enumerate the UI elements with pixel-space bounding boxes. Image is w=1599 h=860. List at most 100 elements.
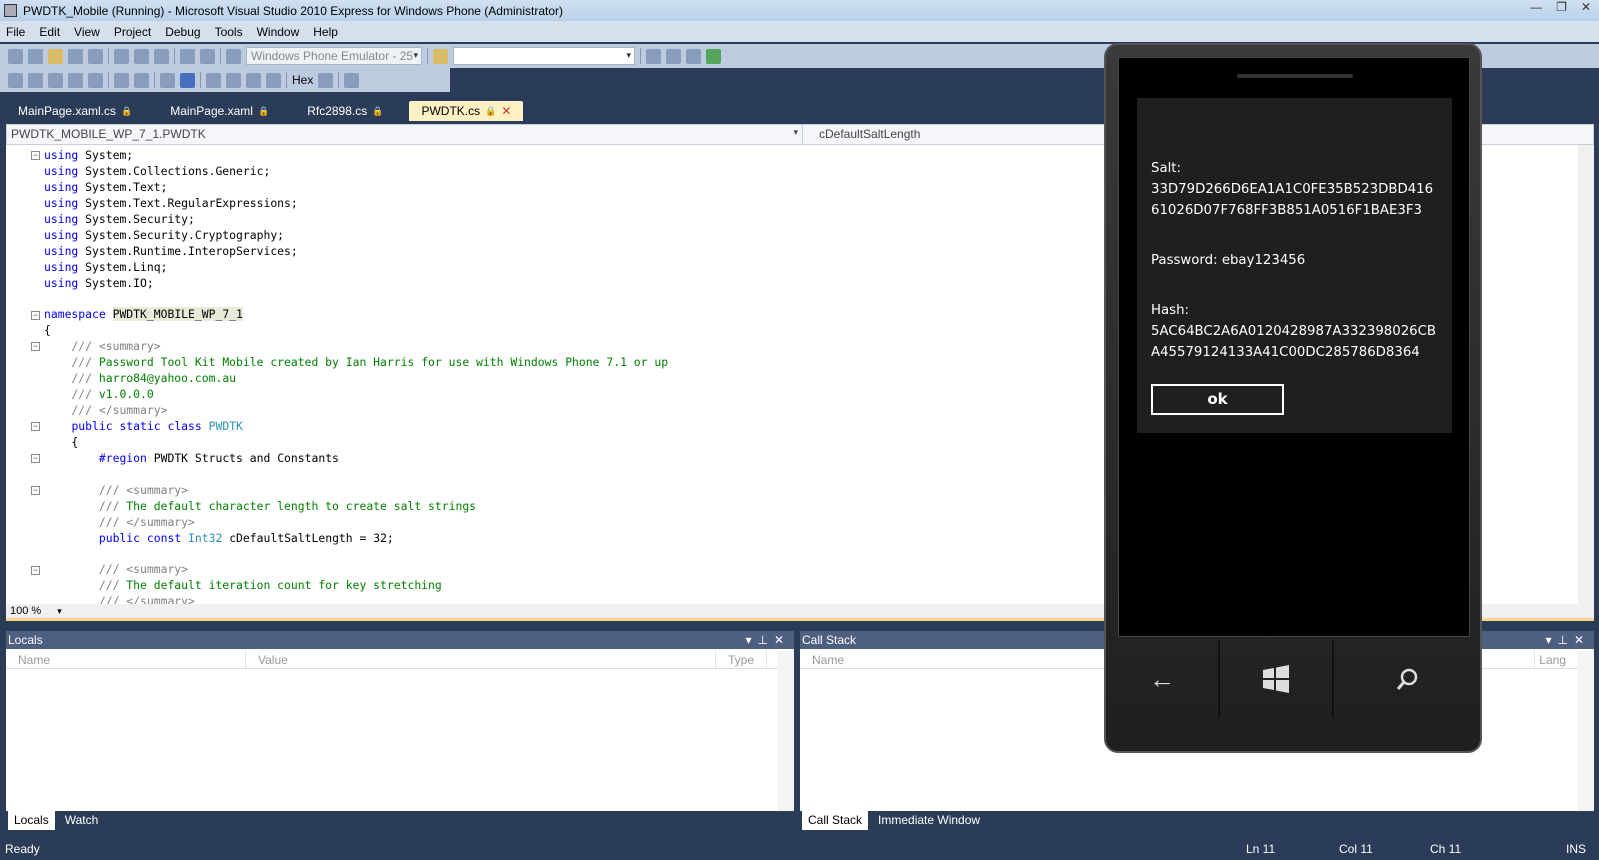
code-token: </summary> bbox=[126, 514, 195, 529]
ok-button[interactable]: ok bbox=[1151, 384, 1284, 415]
status-text: Ready bbox=[5, 842, 40, 856]
minimize-button[interactable]: — bbox=[1530, 0, 1542, 14]
code-line: using System; bbox=[44, 148, 668, 164]
tab-locals[interactable]: Locals bbox=[8, 811, 55, 830]
code-token: #region bbox=[98, 450, 147, 465]
toolbar-icon-3[interactable] bbox=[48, 72, 63, 88]
menu-help[interactable]: Help bbox=[313, 25, 338, 39]
tab-immediate-window[interactable]: Immediate Window bbox=[872, 811, 986, 830]
tab-call-stack[interactable]: Call Stack bbox=[802, 811, 869, 830]
code-token: /// bbox=[44, 387, 99, 402]
tab-rfc2898-cs[interactable]: Rfc2898.cs 🔒 bbox=[295, 101, 395, 121]
undo-icon[interactable] bbox=[180, 48, 195, 64]
tab-pwdtk-cs[interactable]: PWDTK.cs 🔒 ✕ bbox=[409, 101, 524, 121]
tab-label: PWDTK.cs bbox=[421, 104, 481, 118]
collapse-icon[interactable]: − bbox=[31, 485, 40, 495]
save-all-icon[interactable] bbox=[88, 48, 103, 64]
output-window-icon[interactable] bbox=[344, 72, 360, 88]
collapse-icon[interactable]: − bbox=[31, 565, 40, 575]
code-token: System.Linq; bbox=[78, 259, 168, 274]
status-char: Ch 11 bbox=[1430, 842, 1462, 856]
menu-debug[interactable]: Debug bbox=[165, 25, 200, 39]
menu-project[interactable]: Project bbox=[114, 25, 151, 39]
collapse-icon[interactable]: − bbox=[31, 454, 40, 464]
column-name[interactable]: Name bbox=[6, 651, 246, 668]
comment-icon[interactable] bbox=[114, 72, 129, 88]
collapse-icon[interactable]: − bbox=[31, 342, 40, 352]
collapse-icon[interactable]: − bbox=[31, 422, 40, 432]
code-token: using bbox=[44, 259, 79, 274]
zoom-level-select[interactable]: 100 % bbox=[10, 605, 41, 617]
menu-window[interactable]: Window bbox=[257, 25, 300, 39]
menu-edit[interactable]: Edit bbox=[39, 25, 60, 39]
editor-vertical-scrollbar[interactable] bbox=[1578, 145, 1594, 604]
show-next-statement-icon[interactable] bbox=[206, 72, 221, 88]
code-line: using System.IO; bbox=[44, 276, 668, 292]
code-token: { bbox=[44, 434, 79, 449]
solution-explorer-icon[interactable] bbox=[646, 48, 661, 64]
paste-icon[interactable] bbox=[154, 48, 169, 64]
code-line: /// </summary> bbox=[44, 403, 668, 419]
add-item-icon[interactable] bbox=[28, 48, 43, 64]
close-button[interactable]: ✕ bbox=[1581, 0, 1591, 14]
tab-watch[interactable]: Watch bbox=[59, 811, 105, 830]
open-file-icon[interactable] bbox=[48, 48, 63, 64]
extension-icon[interactable] bbox=[706, 48, 721, 64]
windows-start-icon[interactable] bbox=[1220, 640, 1332, 718]
redo-icon[interactable] bbox=[200, 48, 215, 64]
step-into-icon[interactable] bbox=[226, 72, 241, 88]
phone-emulator: Salt: 33D79D266D6EA1A1C0FE35B523DBD416610… bbox=[1104, 43, 1482, 753]
password-text: Password: ebay123456 bbox=[1151, 253, 1306, 268]
step-out-icon[interactable] bbox=[266, 72, 281, 88]
speaker bbox=[1237, 74, 1353, 78]
tab-mainpage-xaml-cs[interactable]: MainPage.xaml.cs 🔒 bbox=[6, 101, 144, 121]
collapse-icon[interactable]: − bbox=[31, 151, 40, 160]
menu-tools[interactable]: Tools bbox=[215, 25, 243, 39]
target-device-select[interactable]: Windows Phone Emulator - 25 ▾ bbox=[246, 47, 422, 65]
menu-view[interactable]: View bbox=[74, 25, 100, 39]
search-icon[interactable] bbox=[1334, 640, 1480, 718]
step-over-icon[interactable] bbox=[246, 72, 261, 88]
continue-icon[interactable] bbox=[160, 72, 175, 88]
locals-title: Locals bbox=[8, 633, 43, 647]
code-line: using System.Collections.Generic; bbox=[44, 164, 668, 180]
back-icon[interactable]: ← bbox=[1106, 640, 1218, 718]
panel-controls[interactable]: ▾⊥✕ bbox=[745, 633, 790, 647]
copy-icon[interactable] bbox=[134, 48, 149, 64]
menu-file[interactable]: File bbox=[6, 25, 25, 39]
toolbar-icon-4[interactable] bbox=[68, 72, 83, 88]
phone-screen[interactable]: Salt: 33D79D266D6EA1A1C0FE35B523DBD416610… bbox=[1118, 57, 1470, 637]
start-debugging-icon[interactable] bbox=[226, 48, 241, 64]
locals-scrollbar[interactable] bbox=[778, 651, 794, 811]
call-stack-scrollbar[interactable] bbox=[1578, 651, 1594, 811]
breakpoint-icon[interactable] bbox=[318, 72, 334, 88]
lock-icon: 🔒 bbox=[372, 105, 384, 116]
collapse-icon[interactable]: − bbox=[31, 310, 40, 320]
type-dropdown[interactable]: PWDTK_MOBILE_WP_7_1.PWDTK ▾ bbox=[7, 125, 803, 144]
maximize-button[interactable]: ❐ bbox=[1556, 0, 1567, 14]
cut-icon[interactable] bbox=[114, 48, 129, 64]
member-value: cDefaultSaltLength bbox=[819, 127, 921, 141]
column-value[interactable]: Value bbox=[246, 651, 716, 668]
code-token: /// bbox=[44, 371, 99, 386]
toolbox-icon[interactable] bbox=[686, 48, 701, 64]
code-line: /// Password Tool Kit Mobile created by … bbox=[44, 355, 668, 371]
toolbar-icon-5[interactable] bbox=[88, 72, 103, 88]
save-icon[interactable] bbox=[68, 48, 83, 64]
code-token: { bbox=[44, 323, 51, 338]
toolbar-icon-1[interactable] bbox=[8, 72, 23, 88]
panel-controls[interactable]: ▾⊥✕ bbox=[1545, 633, 1590, 647]
new-project-icon[interactable] bbox=[8, 48, 23, 64]
close-tab-icon[interactable]: ✕ bbox=[501, 104, 511, 118]
column-type[interactable]: Type bbox=[716, 651, 768, 668]
properties-icon[interactable] bbox=[666, 48, 681, 64]
stop-debugging-icon[interactable] bbox=[180, 72, 195, 88]
uncomment-icon[interactable] bbox=[134, 72, 149, 88]
toolbar-icon-2[interactable] bbox=[28, 72, 43, 88]
find-in-files-icon[interactable] bbox=[433, 48, 448, 64]
find-combo[interactable]: ▾ bbox=[453, 47, 635, 65]
tab-mainpage-xaml[interactable]: MainPage.xaml 🔒 bbox=[158, 101, 281, 121]
hex-button[interactable]: Hex bbox=[292, 73, 313, 87]
column-lang[interactable]: Lang bbox=[1535, 651, 1578, 668]
type-value: PWDTK_MOBILE_WP_7_1.PWDTK bbox=[11, 127, 206, 141]
